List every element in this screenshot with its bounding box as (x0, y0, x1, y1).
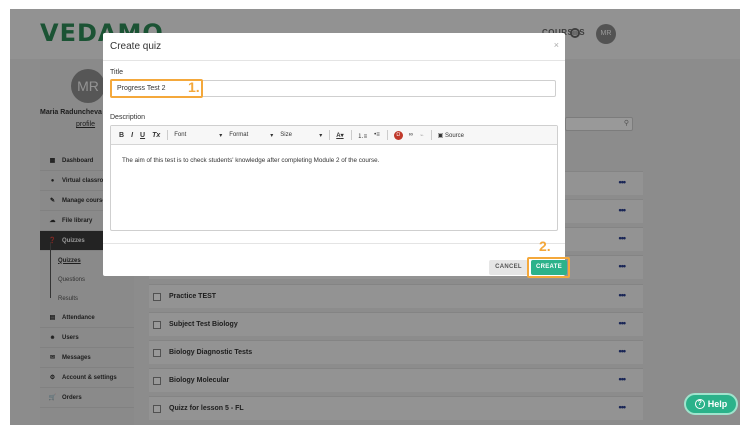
source-label: Source (444, 132, 464, 139)
source-icon: ▣ (437, 132, 444, 139)
dialog-title: Create quiz (110, 41, 162, 52)
cancel-button[interactable]: CANCEL (489, 260, 528, 275)
question-icon: ? (694, 399, 705, 409)
step2-label: 2. (539, 238, 551, 254)
create-quiz-dialog: Create quiz × Title Progress Test 2 1. D… (103, 33, 570, 278)
toolbar-divider (430, 130, 432, 140)
font-dropdown[interactable]: Font ▾ (174, 132, 222, 139)
description-text: The aim of this test is to check student… (122, 157, 380, 164)
text-color-button[interactable]: A▾ (336, 132, 343, 139)
toolbar-divider (350, 130, 352, 140)
link-icon[interactable]: ∞ (409, 132, 413, 138)
size-label: Size (280, 131, 292, 138)
bulleted-list-icon[interactable]: •≡ (374, 132, 380, 138)
format-label: Format (229, 131, 249, 138)
italic-button[interactable]: I (131, 132, 133, 139)
toolbar-divider (329, 130, 331, 140)
step1-label: 1. (188, 79, 200, 95)
underline-button[interactable]: U (140, 132, 145, 139)
screenshot-frame: VEDAMO COURSES ◍ MR MR Maria Raduncheva … (10, 9, 740, 425)
format-dropdown[interactable]: Format ▾ (229, 132, 273, 139)
font-label: Font (174, 131, 187, 138)
source-button[interactable]: ▣ Source (438, 132, 464, 139)
size-dropdown[interactable]: Size ▾ (280, 132, 322, 139)
bold-button[interactable]: B (119, 132, 124, 139)
step2-highlight (527, 257, 570, 278)
toolbar-divider (167, 130, 169, 140)
description-editor[interactable]: B I U Tx Font ▾ Format ▾ Size ▾ A▾ ⒈≡ •≡ Ω … (110, 125, 558, 231)
close-icon[interactable]: × (554, 40, 559, 50)
text-color-label: A (336, 132, 341, 139)
chevron-down-icon: ▾ (219, 132, 223, 139)
dialog-header-divider (103, 60, 565, 61)
chevron-down-icon: ▾ (270, 132, 274, 139)
toolbar-divider (386, 130, 388, 140)
description-label: Description (110, 114, 146, 121)
numbered-list-icon[interactable]: ⒈≡ (358, 131, 368, 140)
help-button[interactable]: ? Help (684, 393, 738, 415)
clear-format-button[interactable]: Tx (152, 132, 160, 139)
help-label: Help (707, 399, 728, 409)
chevron-down-icon: ▾ (319, 132, 323, 139)
title-label: Title (110, 69, 123, 76)
unlink-icon[interactable]: ⌁ (420, 132, 424, 139)
editor-toolbar: B I U Tx Font ▾ Format ▾ Size ▾ A▾ ⒈≡ •≡ Ω … (111, 126, 557, 145)
dialog-footer-divider (103, 243, 565, 244)
formula-icon[interactable]: Ω (393, 130, 403, 140)
